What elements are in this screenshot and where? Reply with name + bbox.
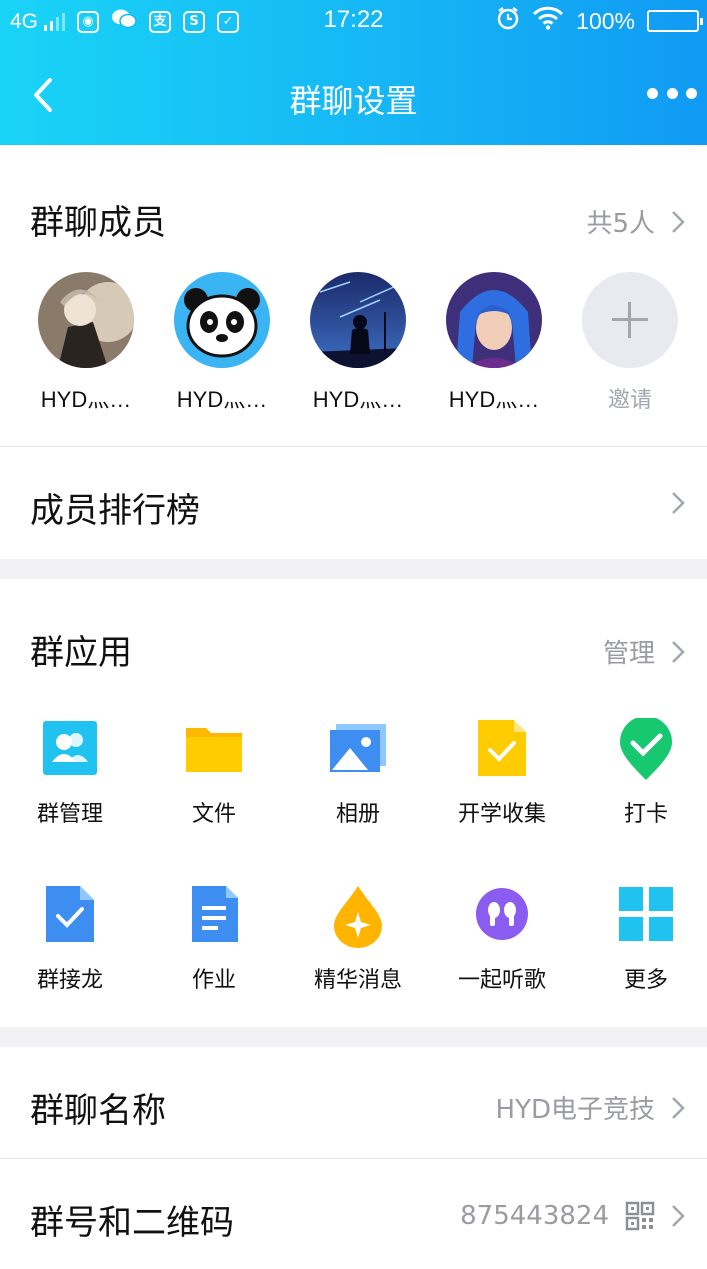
apps-title: 群应用 [30,633,132,673]
relay-doc-icon [40,884,100,944]
app-files[interactable]: 文件 [144,718,284,828]
status-bar: 4G ◉ 支 S ✓ 17:22 100% [0,0,707,40]
app-label: 打卡 [623,802,668,827]
chevron-right-icon [672,492,685,514]
wifi-icon [532,6,564,36]
app-label: 作业 [191,968,236,993]
app-collect[interactable]: 开学收集 [432,718,572,828]
app-label: 群管理 [36,802,103,827]
app-album[interactable]: 相册 [288,718,428,828]
earphones-icon [472,884,532,944]
app-listen[interactable]: 一起听歌 [432,884,572,994]
group-number-row[interactable]: 群号和二维码 875443824 [0,1159,707,1269]
members-list: HYD灬… HYD灬… HYD灬… HYD灬… 邀请 [0,272,707,412]
status-right: 100% [496,6,703,36]
plus-icon [582,272,678,368]
app-label: 文件 [191,802,236,827]
app-label: 相册 [335,802,380,827]
member-name: HYD灬… [176,387,268,412]
essence-drop-icon [328,884,388,948]
group-name-right: HYD电子竞技 [496,1089,685,1126]
member-item[interactable]: HYD灬… [434,272,554,414]
group-number-title: 群号和二维码 [30,1203,234,1243]
manage-label: 管理 [602,639,655,669]
group-manage-icon [40,718,100,778]
checkin-pin-icon [616,716,676,780]
member-name: HYD灬… [312,387,404,412]
blue-hair-avatar [446,272,542,368]
chevron-right-icon [672,1096,685,1119]
members-count: 共5人 [586,209,655,239]
invite-button[interactable]: 邀请 [570,272,690,414]
nav-bar: 群聊设置 [0,50,707,140]
app-homework[interactable]: 作业 [144,884,284,994]
group-number-right: 875443824 [460,1201,685,1231]
app-checkin[interactable]: 打卡 [576,716,707,828]
app-label: 更多 [623,968,668,993]
folder-icon [184,718,244,778]
group-name-value: HYD电子竞技 [495,1095,655,1125]
homework-icon [184,884,244,944]
ranking-title: 成员排行榜 [30,491,200,531]
section-gap [0,559,707,579]
members-title: 群聊成员 [30,203,166,243]
member-name: HYD灬… [40,387,132,412]
chevron-right-icon [672,1205,685,1227]
battery-icon [647,10,703,32]
panda-avatar [174,272,270,368]
page-title: 群聊设置 [289,82,418,120]
header: 4G ◉ 支 S ✓ 17:22 100% 群聊设置 [0,0,707,145]
album-icon [328,718,388,778]
night-silhouette-avatar [310,272,406,368]
invite-label: 邀请 [607,387,652,412]
group-number-value: 875443824 [460,1201,609,1231]
group-name-title: 群聊名称 [30,1091,166,1131]
app-label: 群接龙 [36,968,103,993]
apps-grid: 群管理 文件 相册 开学收集 打卡 群接龙 作业 精华消息 一起听歌 更多 [0,716,707,998]
app-essence[interactable]: 精华消息 [288,884,428,994]
member-item[interactable]: HYD灬… [26,272,146,414]
members-count-link[interactable]: 共5人 [586,203,685,240]
anime-boy-avatar [38,272,134,368]
group-name-row[interactable]: 群聊名称 HYD电子竞技 [0,1047,707,1159]
ranking-chevron [671,491,685,515]
chevron-right-icon [672,210,685,233]
qr-code-icon[interactable] [625,1201,655,1231]
battery-text: 100% [576,7,635,34]
app-label: 开学收集 [457,802,546,827]
alarm-icon [496,6,520,36]
app-more[interactable]: 更多 [576,884,707,994]
app-label: 一起听歌 [457,968,546,993]
more-dots-icon[interactable] [647,78,697,108]
collect-doc-icon [472,718,532,778]
more-grid-icon [616,884,676,944]
apps-manage-link[interactable]: 管理 [603,633,685,670]
member-item[interactable]: HYD灬… [162,272,282,414]
section-gap [0,1027,707,1047]
member-name: HYD灬… [448,387,540,412]
app-label: 精华消息 [313,968,402,993]
ranking-row[interactable]: 成员排行榜 [0,447,707,559]
app-relay[interactable]: 群接龙 [0,884,140,994]
chevron-right-icon [672,640,685,663]
member-item[interactable]: HYD灬… [298,272,418,414]
app-group-manage[interactable]: 群管理 [0,718,140,828]
